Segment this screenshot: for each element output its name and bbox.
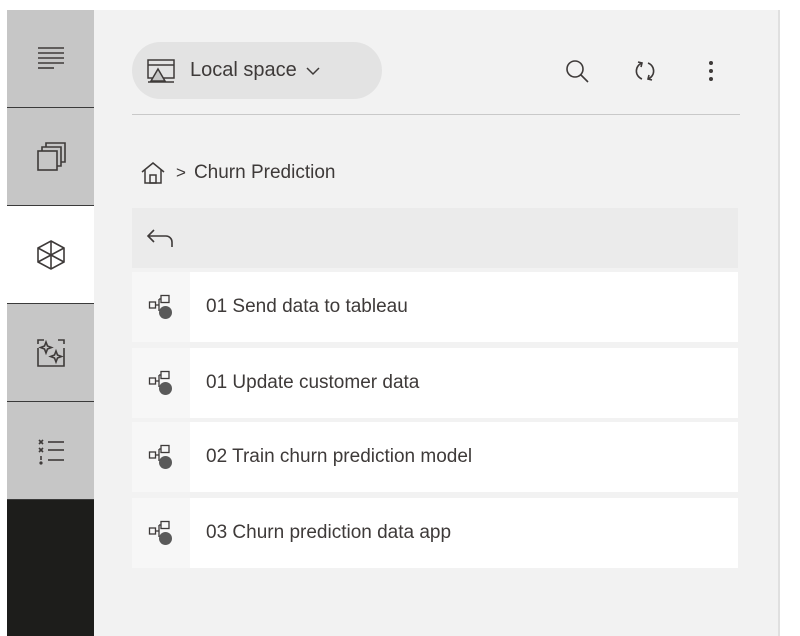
workflow-icon [148, 444, 172, 469]
chevron-down-icon [306, 66, 320, 75]
workflow-list-item[interactable]: 02 Train churn prediction model [132, 422, 738, 492]
more-vertical-icon [709, 61, 713, 81]
canvas-area [780, 10, 800, 636]
refresh-icon [635, 61, 655, 81]
workflow-icon [148, 370, 172, 395]
breadcrumb: > Churn Prediction [140, 158, 335, 188]
workflow-icon-cell [132, 498, 190, 568]
rail-item-space-explorer[interactable] [7, 108, 94, 206]
space-selector-button[interactable]: Local space [132, 42, 382, 99]
workflow-list-item[interactable]: 01 Update customer data [132, 348, 738, 418]
workflow-label: 03 Churn prediction data app [206, 522, 452, 543]
workflow-list-item[interactable]: 01 Send data to tableau [132, 272, 738, 342]
rail-item-ai-assistant[interactable] [7, 304, 94, 402]
workflow-label: 01 Update customer data [206, 372, 420, 393]
cube-icon [36, 239, 65, 270]
workflow-icon-cell [132, 272, 190, 342]
rail-item-monitor[interactable] [7, 402, 94, 500]
search-icon [566, 60, 589, 83]
local-space-icon [147, 58, 175, 83]
stacked-windows-icon [36, 141, 66, 171]
workflow-icon [148, 520, 172, 545]
space-explorer-panel: Local space > Churn Prediction 01 Send d… [94, 10, 778, 636]
workflow-list-item[interactable]: 03 Churn prediction data app [132, 498, 738, 568]
checklist-icon [37, 438, 64, 465]
more-options-button[interactable] [696, 56, 726, 86]
workflow-label: 02 Train churn prediction model [206, 446, 473, 467]
home-icon[interactable] [140, 161, 166, 185]
sidebar-rail [7, 10, 94, 636]
top-strip [0, 0, 800, 10]
document-lines-icon [37, 46, 64, 69]
search-button[interactable] [562, 56, 592, 86]
back-arrow-icon [146, 229, 173, 247]
sparkle-frame-icon [36, 338, 65, 367]
space-selector-label: Local space [190, 59, 297, 81]
header-divider [132, 114, 740, 115]
refresh-button[interactable] [630, 56, 660, 86]
workflow-icon [148, 294, 172, 319]
workflow-icon-cell [132, 348, 190, 418]
rail-item-description[interactable] [7, 10, 94, 108]
rail-item-node-repository[interactable] [7, 206, 94, 304]
workflow-label: 01 Send data to tableau [206, 296, 408, 317]
back-button[interactable] [132, 208, 738, 268]
breadcrumb-separator: > [176, 163, 186, 182]
window-edge [0, 10, 7, 636]
workflow-icon-cell [132, 422, 190, 492]
breadcrumb-current[interactable]: Churn Prediction [194, 162, 336, 184]
